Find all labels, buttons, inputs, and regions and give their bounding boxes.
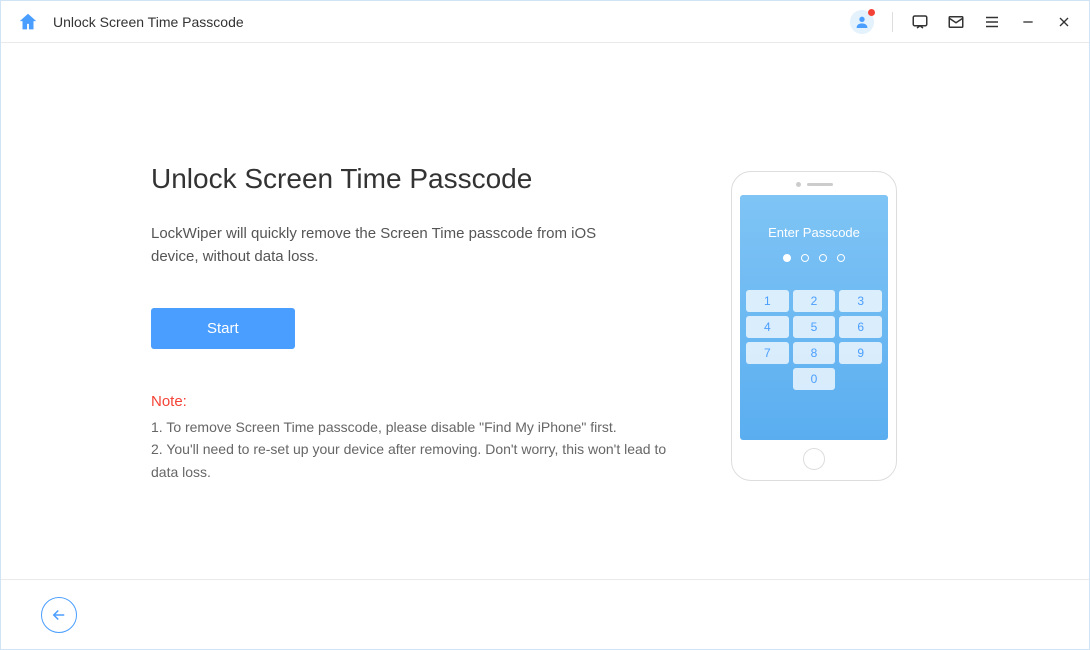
phone-home-button-icon	[803, 448, 825, 470]
note-section: Note: 1. To remove Screen Time passcode,…	[151, 393, 671, 483]
note-label: Note:	[151, 393, 671, 410]
keypad-key: 3	[839, 290, 882, 312]
mail-icon[interactable]	[947, 13, 965, 31]
titlebar: Unlock Screen Time Passcode	[1, 1, 1089, 43]
passcode-dots	[746, 254, 882, 262]
note-line-2: 2. You'll need to re-set up your device …	[151, 438, 671, 483]
phone-frame: Enter Passcode 1 2 3 4 5 6 7 8 9	[731, 171, 897, 481]
footer	[1, 579, 1089, 649]
close-icon[interactable]	[1055, 13, 1073, 31]
keypad-key: 8	[793, 342, 836, 364]
keypad-key: 9	[839, 342, 882, 364]
passcode-label: Enter Passcode	[746, 225, 882, 240]
menu-icon[interactable]	[983, 13, 1001, 31]
page-title: Unlock Screen Time Passcode	[53, 14, 850, 30]
keypad-key: 0	[793, 368, 836, 390]
keypad-key: 2	[793, 290, 836, 312]
keypad-key: 1	[746, 290, 789, 312]
note-line-1: 1. To remove Screen Time passcode, pleas…	[151, 416, 671, 438]
main-heading: Unlock Screen Time Passcode	[151, 163, 671, 195]
back-button[interactable]	[41, 597, 77, 633]
phone-top	[796, 182, 833, 187]
phone-camera-icon	[796, 182, 801, 187]
minimize-icon[interactable]	[1019, 13, 1037, 31]
passcode-dot-icon	[819, 254, 827, 262]
description-text: LockWiper will quickly remove the Screen…	[151, 223, 611, 268]
left-column: Unlock Screen Time Passcode LockWiper wi…	[151, 163, 671, 579]
passcode-dot-icon	[783, 254, 791, 262]
phone-screen: Enter Passcode 1 2 3 4 5 6 7 8 9	[740, 195, 888, 440]
passcode-dot-icon	[801, 254, 809, 262]
user-avatar-icon[interactable]	[850, 10, 874, 34]
keypad-key: 5	[793, 316, 836, 338]
feedback-icon[interactable]	[911, 13, 929, 31]
titlebar-actions	[850, 10, 1073, 34]
passcode-dot-icon	[837, 254, 845, 262]
keypad-key: 6	[839, 316, 882, 338]
phone-illustration: Enter Passcode 1 2 3 4 5 6 7 8 9	[731, 171, 931, 579]
phone-speaker-icon	[807, 183, 833, 186]
main-content: Unlock Screen Time Passcode LockWiper wi…	[1, 43, 1089, 579]
keypad-key: 4	[746, 316, 789, 338]
divider	[892, 12, 893, 32]
home-icon[interactable]	[17, 11, 39, 33]
keypad-key: 7	[746, 342, 789, 364]
keypad: 1 2 3 4 5 6 7 8 9 0	[746, 290, 882, 390]
start-button[interactable]: Start	[151, 308, 295, 349]
